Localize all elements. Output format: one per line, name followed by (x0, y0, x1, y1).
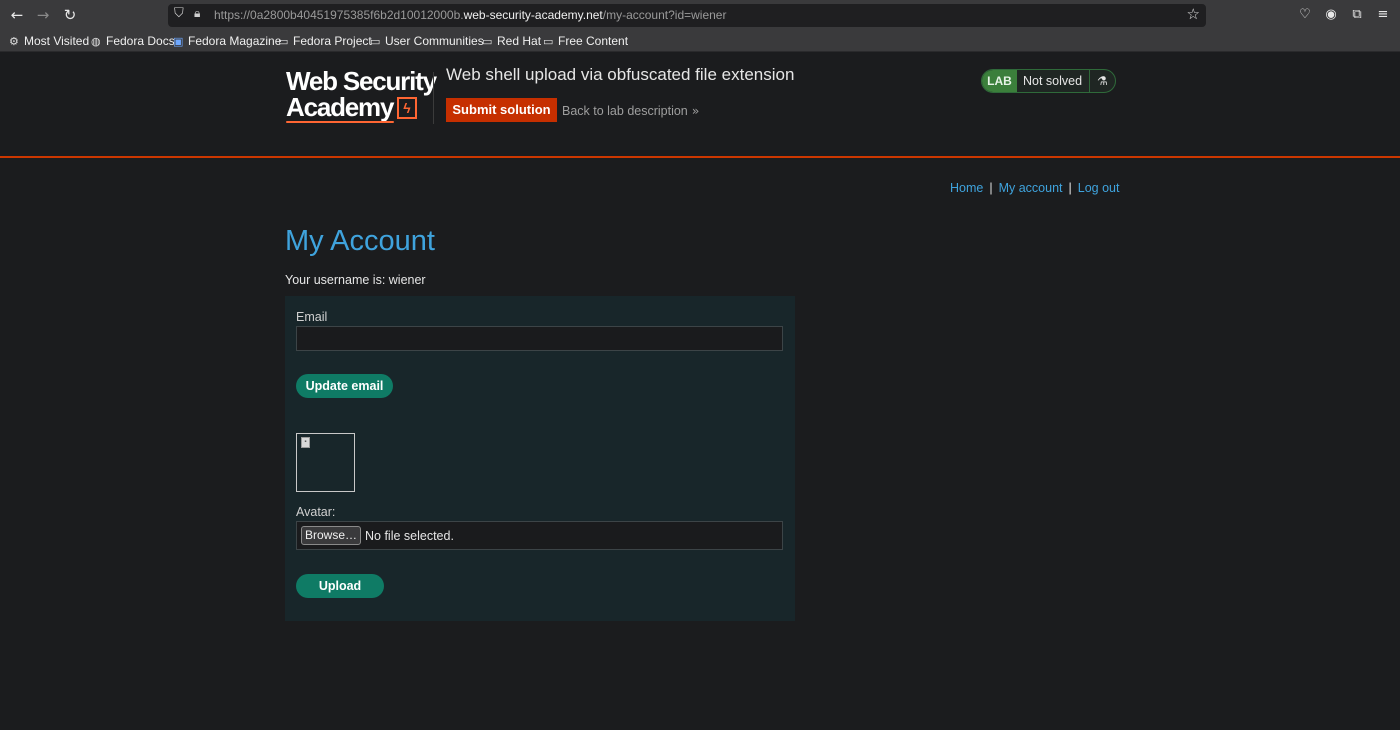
bookmark-label: Fedora Magazine (188, 34, 282, 48)
nav-home-link[interactable]: Home (950, 181, 983, 195)
header-divider (433, 72, 434, 124)
bookmark-label: Fedora Docs (106, 34, 175, 48)
double-chevron-right-icon: » (691, 103, 700, 118)
email-field[interactable] (296, 326, 783, 351)
browse-button[interactable]: Browse… (301, 526, 361, 545)
bookmark-fedora-magazine[interactable]: ▣ Fedora Magazine (173, 34, 281, 48)
avatar: ▪ (296, 433, 355, 492)
url-domain: web-security-academy.net (463, 8, 603, 22)
account-panel: Email Update email ▪ Avatar: Browse… No … (285, 296, 795, 621)
web-security-academy-logo[interactable]: Web Security Academy ϟ (286, 66, 437, 124)
bookmark-label: Fedora Project (293, 34, 372, 48)
bookmark-label: User Communities (385, 34, 484, 48)
bookmarks-bar: ⚙ Most Visited ◍ Fedora Docs ▣ Fedora Magaz… (0, 30, 1400, 52)
email-label: Email (296, 310, 328, 324)
folder-icon: ▭ (278, 35, 289, 48)
forward-icon[interactable]: → (32, 5, 54, 25)
url-text[interactable]: https://0a2800b40451975385f6b2d10012000b… (214, 8, 726, 22)
back-link-label: Back to lab description (562, 104, 688, 118)
lab-status-text: Not solved (1023, 74, 1083, 88)
broken-image-icon: ▪ (301, 437, 310, 448)
url-path: /my-account?id=wiener (602, 8, 727, 22)
gear-icon: ⚙ (9, 35, 19, 48)
browser-toolbar: ← → ↻ ⛉ 🔒︎ https://0a2800b40451975385f6b… (0, 0, 1400, 30)
bookmark-label: Free Content (558, 34, 629, 48)
account-icon[interactable]: ◉ (1322, 6, 1340, 24)
lab-header: Web Security Academy ϟ Web shell upload … (0, 52, 1400, 158)
menu-icon[interactable]: ≡ (1374, 6, 1392, 24)
nav-log-out-link[interactable]: Log out (1078, 181, 1120, 195)
flask-icon: ⚗ (1089, 70, 1115, 92)
file-status-text: No file selected. (365, 529, 454, 543)
username-line: Your username is: wiener (285, 273, 426, 287)
nav-separator: | (989, 181, 993, 195)
bookmark-most-visited[interactable]: ⚙ Most Visited (9, 34, 89, 48)
folder-icon: ▭ (482, 35, 493, 48)
lab-title: Web shell upload via obfuscated file ext… (446, 65, 795, 84)
top-nav: Home | My account | Log out (950, 181, 1119, 195)
page-title: My Account (285, 225, 435, 257)
update-email-button[interactable]: Update email (296, 374, 393, 398)
nav-separator: | (1068, 181, 1072, 195)
upload-button[interactable]: Upload (296, 574, 384, 598)
bookmark-label: Most Visited (24, 34, 90, 48)
back-to-lab-description-link[interactable]: Back to lab description» (562, 103, 699, 118)
pocket-icon[interactable]: ♡ (1296, 6, 1314, 24)
bookmark-user-communities[interactable]: ▭ User Communities (370, 34, 484, 48)
logo-underline (286, 121, 394, 123)
fedora-magazine-icon: ▣ (173, 35, 184, 48)
lightning-icon: ϟ (397, 97, 417, 119)
lab-status-widget: LAB Not solved ⚗ (981, 69, 1116, 93)
extensions-icon[interactable]: ⧉ (1348, 6, 1366, 24)
submit-solution-button[interactable]: Submit solution (446, 98, 557, 122)
bookmark-fedora-docs[interactable]: ◍ Fedora Docs (91, 34, 175, 48)
reload-icon[interactable]: ↻ (59, 5, 81, 25)
url-bar[interactable]: ⛉ 🔒︎ https://0a2800b40451975385f6b2d1001… (168, 4, 1206, 27)
nav-my-account-link[interactable]: My account (999, 181, 1063, 195)
bookmark-free-content[interactable]: ▭ Free Content (543, 34, 628, 48)
logo-line1: Web Security (286, 66, 437, 96)
url-prefix: https://0a2800b40451975385f6b2d10012000b… (214, 8, 464, 22)
bookmark-fedora-project[interactable]: ▭ Fedora Project (278, 34, 372, 48)
globe-icon: ◍ (91, 35, 101, 48)
bookmark-star-icon[interactable]: ☆ (1187, 5, 1200, 23)
avatar-file-input[interactable]: Browse… No file selected. (296, 521, 783, 550)
folder-icon: ▭ (543, 35, 554, 48)
shield-icon[interactable]: ⛉ (174, 6, 184, 21)
bookmark-label: Red Hat (497, 34, 542, 48)
avatar-label: Avatar: (296, 505, 336, 519)
folder-icon: ▭ (370, 35, 381, 48)
bookmark-red-hat[interactable]: ▭ Red Hat (482, 34, 541, 48)
lab-badge: LAB (982, 70, 1017, 92)
back-icon[interactable]: ← (6, 5, 28, 25)
lock-icon[interactable]: 🔒︎ (194, 6, 200, 21)
